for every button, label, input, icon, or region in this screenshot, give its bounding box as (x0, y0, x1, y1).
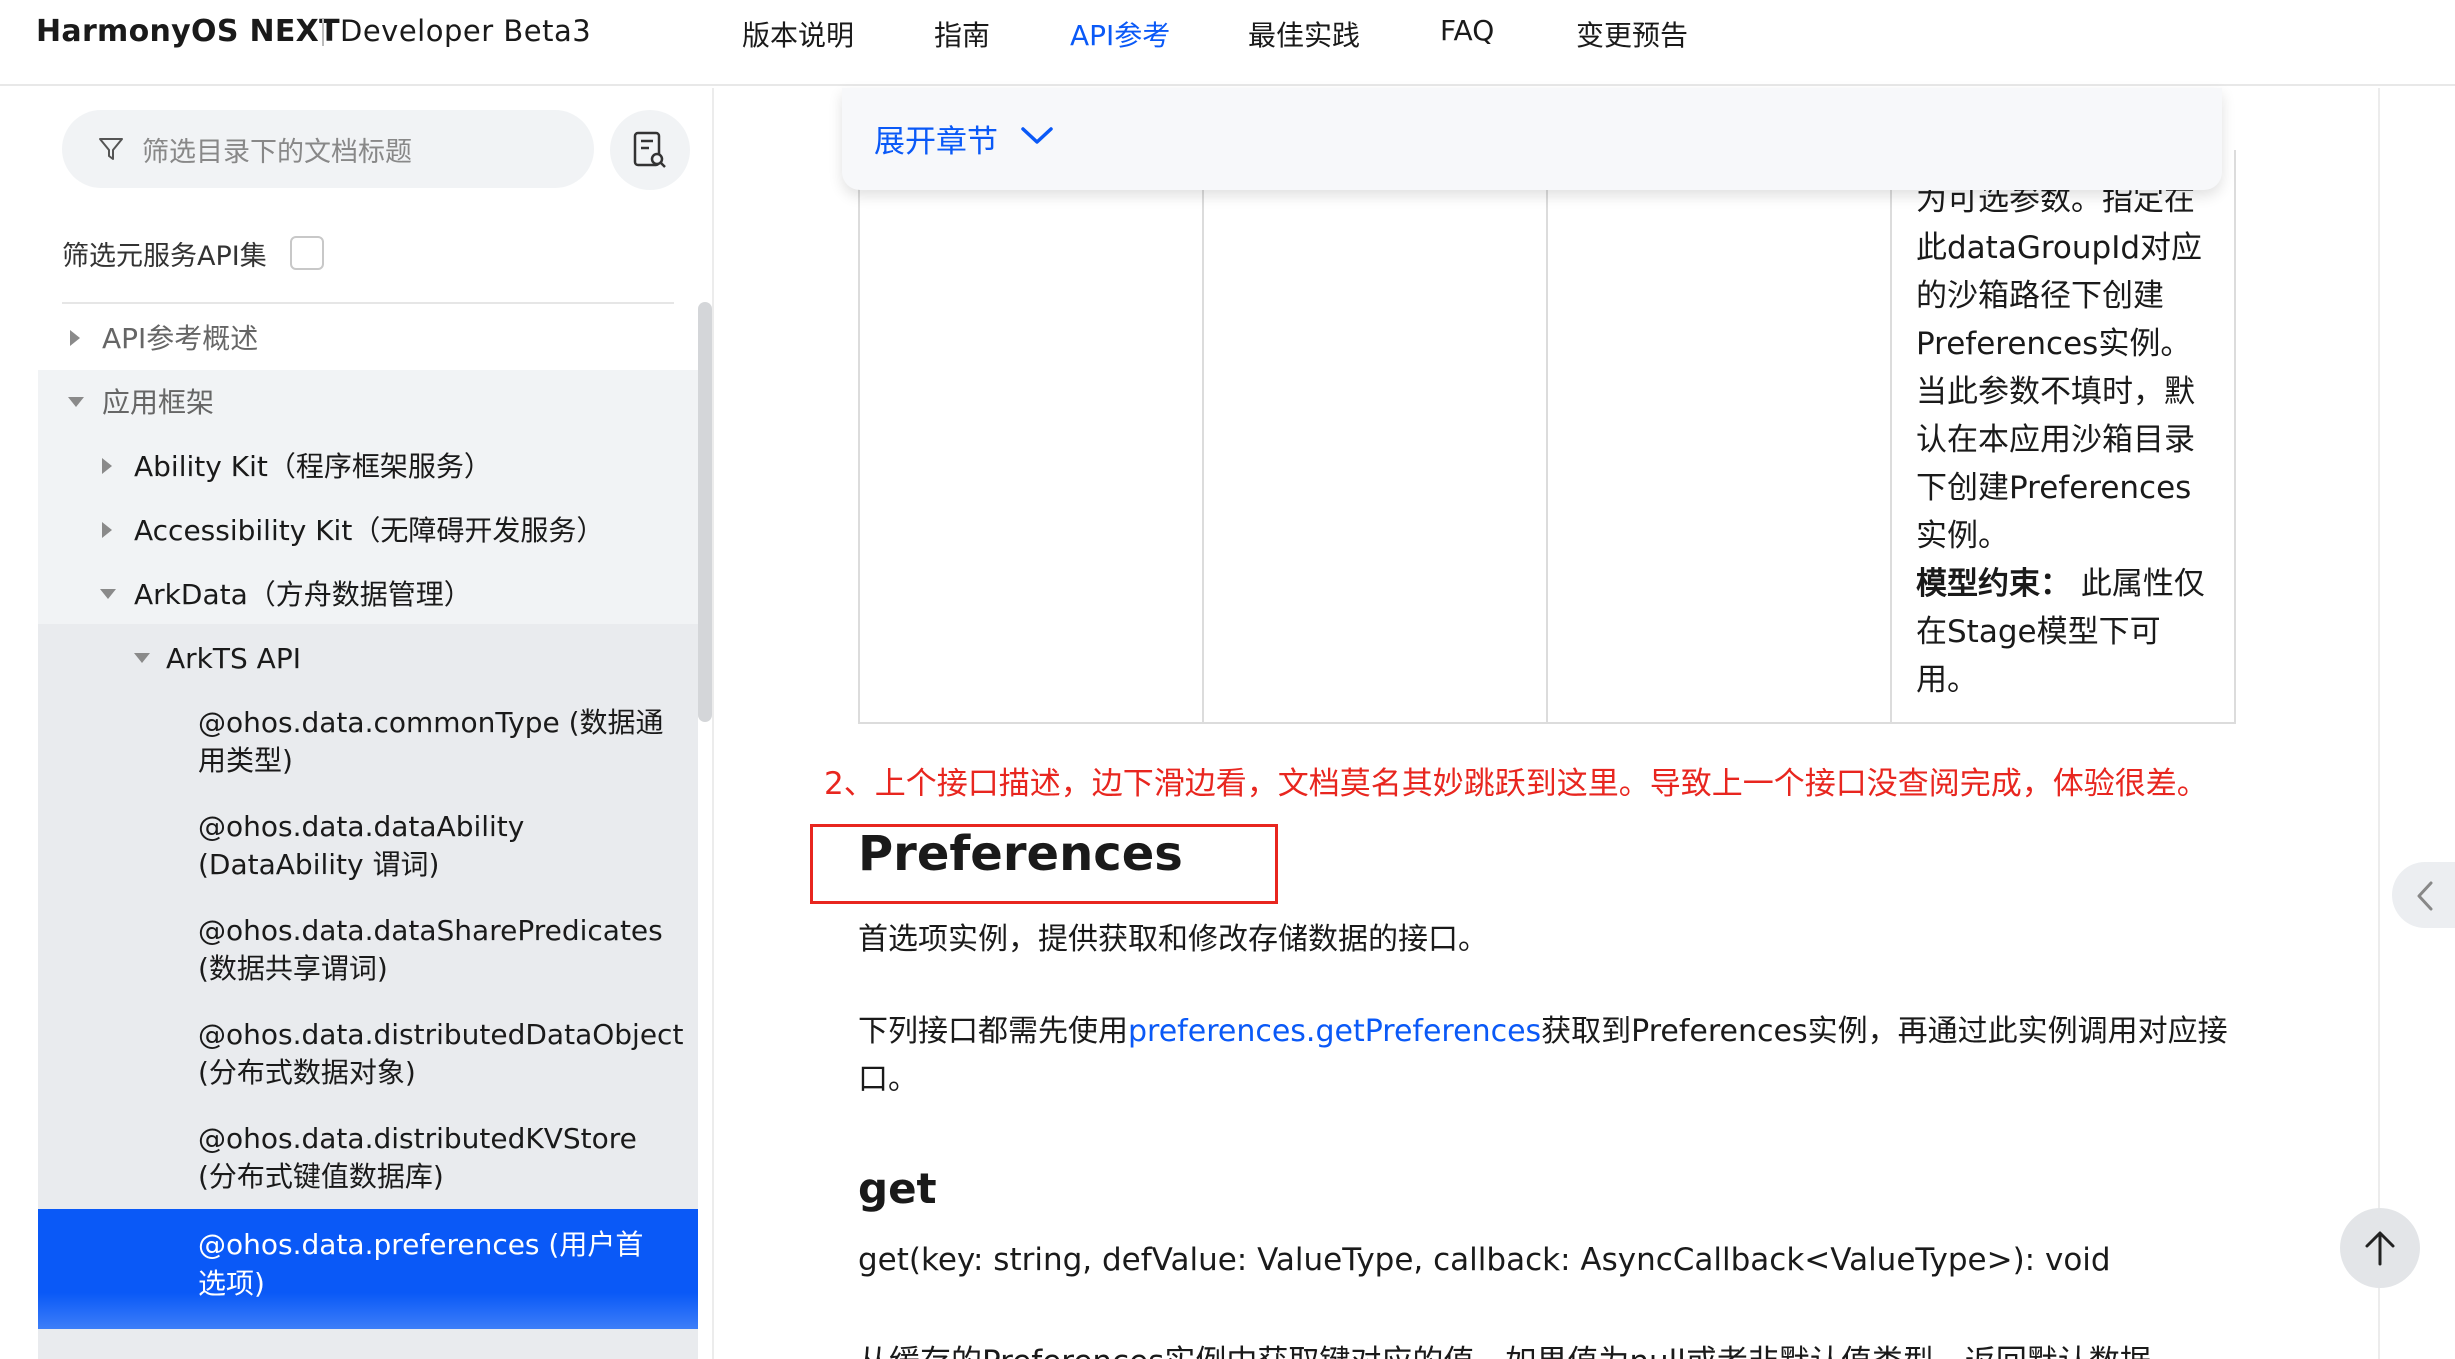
tree-item-common-type[interactable]: @ohos.data.commonType (数据通用类型) (198, 704, 678, 780)
chevron-down-icon (1021, 127, 1053, 144)
doc-filter-input[interactable]: 筛选目录下的文档标题 (62, 110, 594, 188)
caret-right-icon (102, 522, 112, 538)
caret-right-icon (70, 330, 80, 346)
tree-item-data-ability[interactable]: @ohos.data.dataAbility (DataAbility 谓词) (198, 808, 678, 884)
tree-item-arkdata[interactable]: ArkData（方舟数据管理） (134, 576, 472, 614)
table-column-divider (1890, 150, 1892, 724)
expand-chapter-label: 展开章节 (874, 124, 998, 160)
get-description: 从缓存的Preferences实例中获取键对应的值，如果值为null或者非默认值… (858, 1336, 2151, 1359)
tree-item-distributed-object[interactable]: @ohos.data.distributedDataObject (分布式数据对… (198, 1016, 683, 1092)
atomic-service-filter-label: 筛选元服务API集 (62, 241, 267, 272)
side-panel-toggle[interactable] (2392, 862, 2455, 928)
filter-icon (99, 138, 123, 160)
doc-search-button[interactable] (610, 110, 690, 190)
caret-right-icon (102, 458, 112, 474)
nav-faq[interactable]: FAQ (1440, 14, 1494, 47)
tree-item-ability-kit[interactable]: Ability Kit（程序框架服务） (134, 448, 492, 486)
tree-item-share-predicates[interactable]: @ohos.data.dataSharePredicates (数据共享谓词) (198, 912, 678, 988)
top-nav-bar: HarmonyOS NEXT Developer Beta3 版本说明 指南 A… (0, 0, 2455, 86)
usage-prefix: 下列接口都需先使用 (858, 1014, 1128, 1049)
arrow-up-icon (2365, 1231, 2395, 1266)
right-gutter-divider (2378, 88, 2380, 1359)
brand-divider (322, 18, 324, 46)
sidebar-scrollbar[interactable] (698, 302, 712, 722)
document-search-icon (633, 131, 666, 168)
nav-best-practices[interactable]: 最佳实践 (1248, 14, 1360, 54)
tree-item-api-overview[interactable]: API参考概述 (102, 320, 258, 358)
atomic-service-filter-checkbox[interactable] (290, 236, 324, 270)
red-annotation-text: 2、上个接口描述，边下滑边看，文档莫名其妙跳跃到这里。导致上一个接口没查阅完成，… (824, 766, 2208, 802)
preferences-intro: 首选项实例，提供获取和修改存储数据的接口。 (858, 922, 1488, 957)
table-column-divider (1202, 150, 1204, 724)
sidebar: 筛选目录下的文档标题 筛选元服务API集 API参考概述 应用框架 Abilit… (0, 88, 714, 1359)
tree-item-preferences-label: @ohos.data.preferences (用户首选项) (198, 1228, 644, 1300)
back-to-top-button[interactable] (2340, 1208, 2420, 1288)
nav-release-notes[interactable]: 版本说明 (742, 14, 854, 54)
expand-chapter-bar[interactable]: 展开章节 (842, 88, 2222, 190)
chevron-left-icon (2417, 881, 2433, 911)
table-cell-description: 为可选参数。指定在此dataGroupId对应的沙箱路径下创建Preferenc… (1916, 176, 2216, 704)
filter-placeholder: 筛选目录下的文档标题 (142, 137, 412, 168)
nav-change-notice[interactable]: 变更预告 (1576, 14, 1688, 54)
heading-get: get (858, 1164, 937, 1213)
caret-down-icon (100, 589, 116, 599)
sidebar-divider (62, 302, 674, 304)
get-signature: get(key: string, defValue: ValueType, ca… (858, 1242, 2111, 1278)
table-cell-text: 为可选参数。指定在此dataGroupId对应的沙箱路径下创建Preferenc… (1916, 182, 2203, 554)
caret-down-icon (134, 653, 150, 663)
nav-guide[interactable]: 指南 (934, 14, 990, 54)
preferences-usage-paragraph: 下列接口都需先使用preferences.getPreferences获取到Pr… (858, 1008, 2248, 1104)
tree-item-distributed-kvstore[interactable]: @ohos.data.distributedKVStore (分布式键值数据库) (198, 1120, 678, 1196)
brand-name[interactable]: HarmonyOS NEXT (36, 14, 340, 49)
tree-item-app-framework[interactable]: 应用框架 (102, 384, 214, 422)
heading-preferences: Preferences (858, 826, 1183, 882)
table-column-divider (1546, 150, 1548, 724)
table-cell-bold: 模型约束： (1916, 566, 2071, 602)
tree-item-arkts-api[interactable]: ArkTS API (166, 640, 301, 678)
caret-down-icon (68, 397, 84, 407)
brand-subtitle: Developer Beta3 (340, 14, 592, 48)
tree-item-accessibility-kit[interactable]: Accessibility Kit（无障碍开发服务） (134, 512, 604, 550)
nav-api-reference[interactable]: API参考 (1070, 14, 1170, 54)
get-preferences-link[interactable]: preferences.getPreferences (1128, 1014, 1541, 1049)
